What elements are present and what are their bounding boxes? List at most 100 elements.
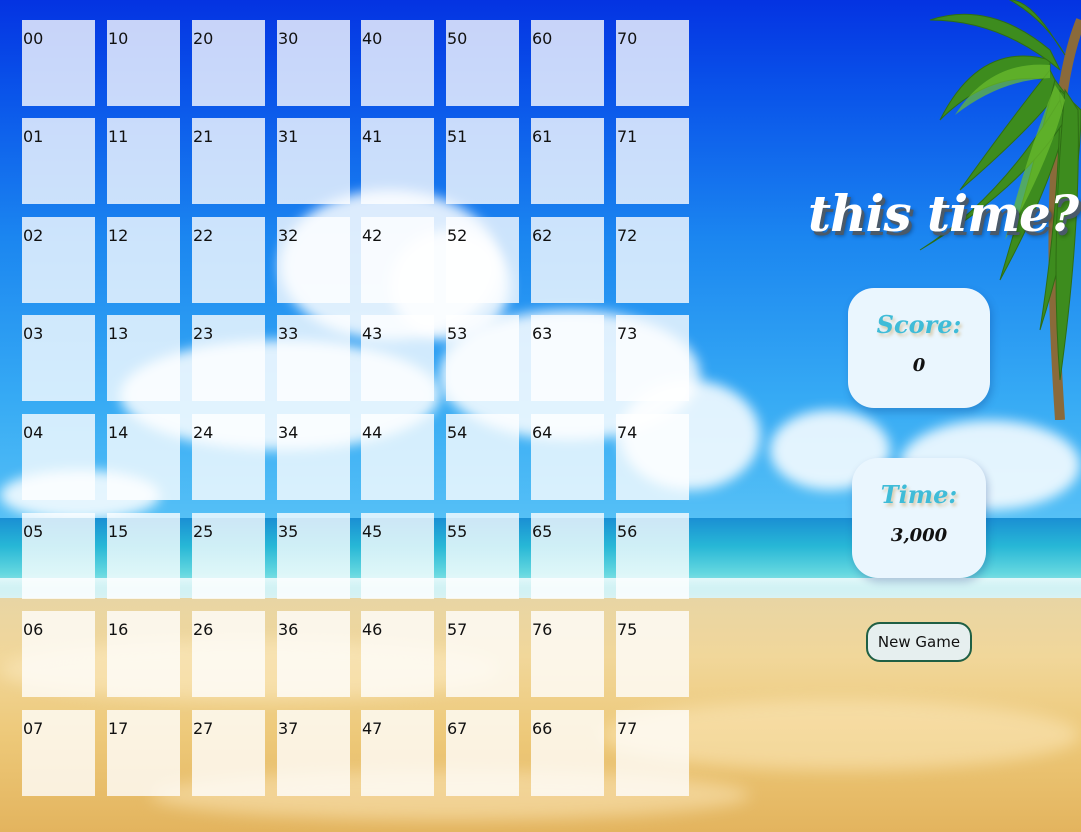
- tile[interactable]: 43: [361, 315, 434, 401]
- tile-label: 26: [193, 620, 214, 639]
- tile[interactable]: 00: [22, 20, 95, 106]
- tile-label: 46: [362, 620, 383, 639]
- tile-label: 14: [108, 423, 129, 442]
- tile[interactable]: 63: [531, 315, 604, 401]
- tile[interactable]: 26: [192, 611, 265, 697]
- tile-label: 17: [108, 719, 129, 738]
- tile-label: 52: [447, 226, 468, 245]
- tile-label: 62: [532, 226, 553, 245]
- tile[interactable]: 40: [361, 20, 434, 106]
- tile[interactable]: 27: [192, 710, 265, 796]
- tile[interactable]: 11: [107, 118, 180, 204]
- tile[interactable]: 54: [446, 414, 519, 500]
- tile[interactable]: 42: [361, 217, 434, 303]
- tile[interactable]: 31: [277, 118, 350, 204]
- tile[interactable]: 55: [446, 513, 519, 599]
- tile-label: 07: [23, 719, 44, 738]
- tile-label: 67: [447, 719, 468, 738]
- tile[interactable]: 50: [446, 20, 519, 106]
- tile[interactable]: 74: [616, 414, 689, 500]
- tile[interactable]: 64: [531, 414, 604, 500]
- tile-label: 27: [193, 719, 214, 738]
- tile-label: 11: [108, 127, 129, 146]
- tile[interactable]: 46: [361, 611, 434, 697]
- tile-label: 22: [193, 226, 214, 245]
- tile-label: 20: [193, 29, 214, 48]
- tile[interactable]: 03: [22, 315, 95, 401]
- game-board: 00 10 20 30 40 50 60 70 01 11 21 31 41 51 61 71 02 12 22 32…: [22, 20, 692, 800]
- tile[interactable]: 24: [192, 414, 265, 500]
- tile[interactable]: 77: [616, 710, 689, 796]
- tile[interactable]: 72: [616, 217, 689, 303]
- new-game-button[interactable]: New Game: [866, 622, 972, 662]
- tile-label: 05: [23, 522, 44, 541]
- tile[interactable]: 04: [22, 414, 95, 500]
- tile[interactable]: 62: [531, 217, 604, 303]
- tile[interactable]: 13: [107, 315, 180, 401]
- tile-label: 12: [108, 226, 129, 245]
- tile-label: 31: [278, 127, 299, 146]
- tile-label: 21: [193, 127, 214, 146]
- tile[interactable]: 32: [277, 217, 350, 303]
- tile[interactable]: 20: [192, 20, 265, 106]
- tile-label: 34: [278, 423, 299, 442]
- tile[interactable]: 45: [361, 513, 434, 599]
- tile[interactable]: 33: [277, 315, 350, 401]
- tile-label: 45: [362, 522, 383, 541]
- tile-label: 51: [447, 127, 468, 146]
- tile[interactable]: 30: [277, 20, 350, 106]
- tile[interactable]: 60: [531, 20, 604, 106]
- tile[interactable]: 14: [107, 414, 180, 500]
- tile[interactable]: 36: [277, 611, 350, 697]
- tile[interactable]: 44: [361, 414, 434, 500]
- tile-label: 41: [362, 127, 383, 146]
- tile[interactable]: 53: [446, 315, 519, 401]
- tile[interactable]: 22: [192, 217, 265, 303]
- tile[interactable]: 23: [192, 315, 265, 401]
- tile[interactable]: 16: [107, 611, 180, 697]
- tile[interactable]: 37: [277, 710, 350, 796]
- tile[interactable]: 15: [107, 513, 180, 599]
- tile-label: 15: [108, 522, 129, 541]
- time-value: 3,000: [890, 525, 948, 546]
- tile[interactable]: 07: [22, 710, 95, 796]
- tile[interactable]: 66: [531, 710, 604, 796]
- tile[interactable]: 02: [22, 217, 95, 303]
- tile[interactable]: 05: [22, 513, 95, 599]
- tile[interactable]: 06: [22, 611, 95, 697]
- tile-label: 63: [532, 324, 553, 343]
- tile[interactable]: 67: [446, 710, 519, 796]
- tile[interactable]: 71: [616, 118, 689, 204]
- tile[interactable]: 01: [22, 118, 95, 204]
- tile-label: 75: [617, 620, 638, 639]
- tile[interactable]: 25: [192, 513, 265, 599]
- tile-label: 43: [362, 324, 383, 343]
- tile-label: 66: [532, 719, 553, 738]
- tile-label: 77: [617, 719, 638, 738]
- tile[interactable]: 12: [107, 217, 180, 303]
- tile[interactable]: 70: [616, 20, 689, 106]
- tile[interactable]: 56: [616, 513, 689, 599]
- tile[interactable]: 35: [277, 513, 350, 599]
- tile[interactable]: 75: [616, 611, 689, 697]
- tile-label: 54: [447, 423, 468, 442]
- tile[interactable]: 10: [107, 20, 180, 106]
- tile[interactable]: 51: [446, 118, 519, 204]
- tile[interactable]: 17: [107, 710, 180, 796]
- tile-label: 24: [193, 423, 214, 442]
- tile[interactable]: 65: [531, 513, 604, 599]
- tile[interactable]: 57: [446, 611, 519, 697]
- tile[interactable]: 21: [192, 118, 265, 204]
- tile-label: 32: [278, 226, 299, 245]
- tile[interactable]: 61: [531, 118, 604, 204]
- tile-label: 76: [532, 620, 553, 639]
- tile[interactable]: 41: [361, 118, 434, 204]
- tile[interactable]: 47: [361, 710, 434, 796]
- tile[interactable]: 52: [446, 217, 519, 303]
- tile[interactable]: 76: [531, 611, 604, 697]
- tile[interactable]: 34: [277, 414, 350, 500]
- tile-label: 01: [23, 127, 44, 146]
- tile-label: 64: [532, 423, 553, 442]
- tile[interactable]: 73: [616, 315, 689, 401]
- tile-label: 65: [532, 522, 553, 541]
